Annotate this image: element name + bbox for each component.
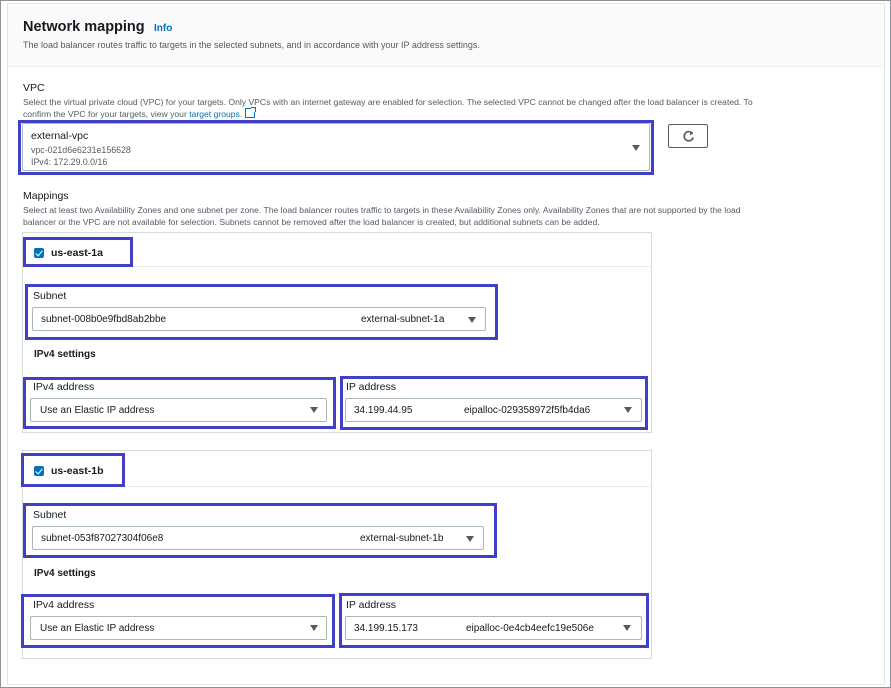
chevron-down-icon (310, 407, 318, 413)
vpc-id: vpc-021d6e6231e156628 (31, 145, 131, 155)
chevron-down-icon (624, 407, 632, 413)
subnet-select-us-east-1a[interactable]: subnet-008b0e9fbd8ab2bbe external-subnet… (32, 307, 486, 331)
chevron-down-icon (623, 625, 631, 631)
ipv4-address-value: Use an Elastic IP address (40, 623, 155, 634)
refresh-icon (683, 130, 694, 142)
eip-allocation-id: eipalloc-029358972f5fb4da6 (464, 405, 591, 416)
vpc-description-line1: Select the virtual private cloud (VPC) f… (23, 97, 753, 107)
info-link[interactable]: Info (154, 23, 172, 34)
chevron-down-icon (632, 145, 640, 151)
vpc-description-line2: confirm the VPC for your targets, view y… (23, 107, 873, 120)
zone-us-east-1b-label: us-east-1b (51, 465, 104, 477)
ip-address-label: IP address (346, 599, 397, 611)
subnet-select-us-east-1b[interactable]: subnet-053f87027304f06e8 external-subnet… (32, 526, 484, 550)
ipv4-settings-heading: IPv4 settings (34, 568, 96, 579)
chevron-down-icon (310, 625, 318, 631)
ipv4-address-select-us-east-1a[interactable]: Use an Elastic IP address (30, 398, 327, 422)
ip-address-value: 34.199.44.95 (354, 405, 413, 416)
vpc-select[interactable]: external-vpc vpc-021d6e6231e156628 IPv4:… (22, 123, 650, 171)
chevron-down-icon (468, 317, 476, 323)
ip-address-select-us-east-1b[interactable]: 34.199.15.173 eipalloc-0e4cb4eefc19e506e (345, 616, 642, 640)
refresh-button[interactable] (668, 124, 708, 148)
subnet-id: subnet-053f87027304f06e8 (41, 533, 164, 544)
zone-card-divider (23, 486, 651, 487)
subnet-label: Subnet (33, 509, 67, 521)
panel-header (8, 4, 882, 67)
zone-card-divider (23, 266, 651, 267)
section-description: The load balancer routes traffic to targ… (23, 40, 480, 50)
mappings-description-line1: Select at least two Availability Zones a… (23, 205, 741, 215)
zone-us-east-1a-label: us-east-1a (51, 247, 103, 259)
ipv4-settings-heading: IPv4 settings (34, 349, 96, 360)
section-title: Network mapping (23, 19, 145, 35)
chevron-down-icon (466, 536, 474, 542)
vpc-description-text: confirm the VPC for your targets, view y… (23, 109, 187, 119)
external-link-icon (245, 107, 257, 118)
ipv4-address-label: IPv4 address (33, 381, 95, 393)
ip-address-label: IP address (346, 381, 397, 393)
zone-us-east-1a-checkbox[interactable] (34, 248, 44, 258)
mappings-description-line2: balancer or the VPC are not available fo… (23, 217, 600, 227)
subnet-label: Subnet (33, 290, 67, 302)
eip-allocation-id: eipalloc-0e4cb4eefc19e506e (466, 623, 594, 634)
vpc-label: VPC (23, 82, 45, 94)
vpc-description: Select the virtual private cloud (VPC) f… (23, 96, 873, 120)
vpc-name: external-vpc (31, 130, 89, 142)
subnet-name: external-subnet-1b (360, 533, 444, 544)
zone-us-east-1b-checkbox[interactable] (34, 466, 44, 476)
ip-address-select-us-east-1a[interactable]: 34.199.44.95 eipalloc-029358972f5fb4da6 (345, 398, 642, 422)
mappings-description: Select at least two Availability Zones a… (23, 204, 873, 228)
vpc-ipv4: IPv4: 172.29.0.0/16 (31, 157, 108, 167)
ipv4-address-value: Use an Elastic IP address (40, 405, 155, 416)
ip-address-value: 34.199.15.173 (354, 623, 418, 634)
mappings-label: Mappings (23, 190, 69, 202)
subnet-id: subnet-008b0e9fbd8ab2bbe (41, 314, 167, 325)
ipv4-address-label: IPv4 address (33, 599, 95, 611)
subnet-name: external-subnet-1a (361, 314, 445, 325)
target-groups-link[interactable]: target groups (189, 109, 240, 119)
ipv4-address-select-us-east-1b[interactable]: Use an Elastic IP address (30, 616, 327, 640)
